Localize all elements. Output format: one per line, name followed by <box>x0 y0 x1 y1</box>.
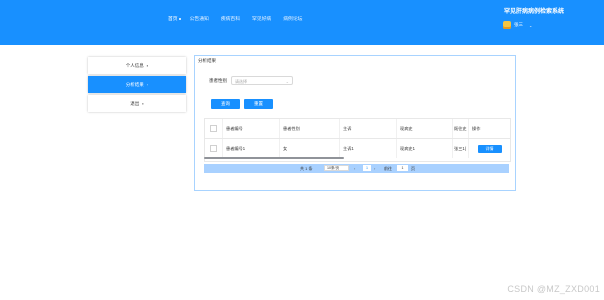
sidebar-item-label: 个人信息 <box>125 62 144 68</box>
select-all-cell <box>205 119 223 138</box>
sidebar-item-profile[interactable]: 个人信息 ▪ <box>88 57 186 74</box>
page-unit-label: 页 <box>411 166 415 171</box>
top-navbar: 首页 公告通知 疾病百科 罕见好病 病例论坛 罕见肝病病例检索系统 张三 ⌄ <box>0 0 604 45</box>
chevron-down-icon[interactable]: ⌄ <box>529 23 532 28</box>
nav-home[interactable]: 首页 <box>168 15 181 22</box>
reset-button[interactable]: 重置 <box>244 99 273 109</box>
column-header[interactable]: 现病史 <box>397 119 453 138</box>
sidebar-item-logout[interactable]: 退出 ▪ <box>88 95 186 112</box>
sidebar: 个人信息 ▪ 分析结果 ◦ 退出 ▪ <box>88 57 186 114</box>
analysis-panel: 分析结果 患者性别 请选择 ⌄ 查询 重置 患者编号 患者性别 主诉 现病史 既… <box>194 55 516 191</box>
user-name[interactable]: 张三 <box>514 22 523 28</box>
chevron-left-icon[interactable]: ‹ <box>354 166 355 171</box>
column-header[interactable]: 主诉 <box>340 119 397 138</box>
table-cell: 张三1( <box>453 139 469 158</box>
panel-title: 分析结果 <box>198 58 216 63</box>
search-button[interactable]: 查询 <box>211 99 240 109</box>
select-all-checkbox[interactable] <box>210 125 217 132</box>
nav-announcements[interactable]: 公告通知 <box>190 15 209 22</box>
filter-label: 患者性别 <box>209 77 227 83</box>
page-size-select[interactable]: 10条/页 <box>324 165 349 171</box>
chevron-down-icon: ⌄ <box>285 79 289 84</box>
nav-disease-encyclopedia[interactable]: 疾病百科 <box>221 15 240 22</box>
column-header[interactable]: 患者性别 <box>280 119 340 138</box>
sidebar-item-label: 退出 <box>130 100 140 106</box>
watermark: CSDN @MZ_ZXD001 <box>507 284 600 294</box>
user-icon: ▪ <box>146 63 149 68</box>
chart-icon: ◦ <box>146 82 149 87</box>
goto-label: 前往 <box>384 166 392 171</box>
table-header-row: 患者编号 患者性别 主诉 现病史 既往史 操作 <box>205 119 510 139</box>
row-select-cell <box>205 139 223 158</box>
goto-page-input[interactable]: 1 <box>397 165 408 171</box>
table-cell: 主诉1 <box>340 139 397 158</box>
main-nav: 首页 公告通知 疾病百科 罕见好病 病例论坛 <box>168 15 302 22</box>
chevron-right-icon[interactable]: › <box>374 166 375 171</box>
detail-button[interactable]: 详情 <box>477 144 502 153</box>
nav-rare-diseases[interactable]: 罕见好病 <box>252 15 271 22</box>
select-placeholder: 请选择 <box>235 79 247 84</box>
table-cell: 女 <box>280 139 340 158</box>
gender-filter: 患者性别 请选择 ⌄ <box>209 76 293 85</box>
avatar[interactable] <box>503 21 511 29</box>
site-title: 罕见肝病病例检索系统 <box>503 9 564 15</box>
column-header[interactable]: 患者编号 <box>223 119 280 138</box>
column-header: 操作 <box>472 125 481 131</box>
table-cell: 现病史1 <box>397 139 453 158</box>
logout-icon: ▪ <box>142 101 144 106</box>
action-buttons: 查询 重置 <box>211 99 273 109</box>
sidebar-item-analysis[interactable]: 分析结果 ◦ <box>88 76 186 93</box>
page-number[interactable]: 1 <box>363 165 371 171</box>
pagination: 共 1 条 10条/页 ‹ 1 › 前往 1 页 <box>204 164 509 173</box>
column-header[interactable]: 既往史 <box>453 119 469 138</box>
pagination-total: 共 1 条 <box>300 166 313 171</box>
row-checkbox[interactable] <box>210 145 217 152</box>
results-table: 患者编号 患者性别 主诉 现病史 既往史 操作 患者编号1 女 主诉1 现病史1… <box>204 118 511 162</box>
table-row[interactable]: 患者编号1 女 主诉1 现病史1 张三1( 详情 <box>205 139 510 158</box>
table-cell: 患者编号1 <box>223 139 280 158</box>
horizontal-scrollbar[interactable] <box>204 157 344 159</box>
gender-select[interactable]: 请选择 ⌄ <box>231 76 293 85</box>
action-cell: 详情 <box>469 139 510 158</box>
sidebar-item-label: 分析结果 <box>125 81 144 87</box>
nav-case-forum[interactable]: 病例论坛 <box>283 15 302 22</box>
user-menu[interactable]: 张三 ⌄ <box>503 21 532 29</box>
